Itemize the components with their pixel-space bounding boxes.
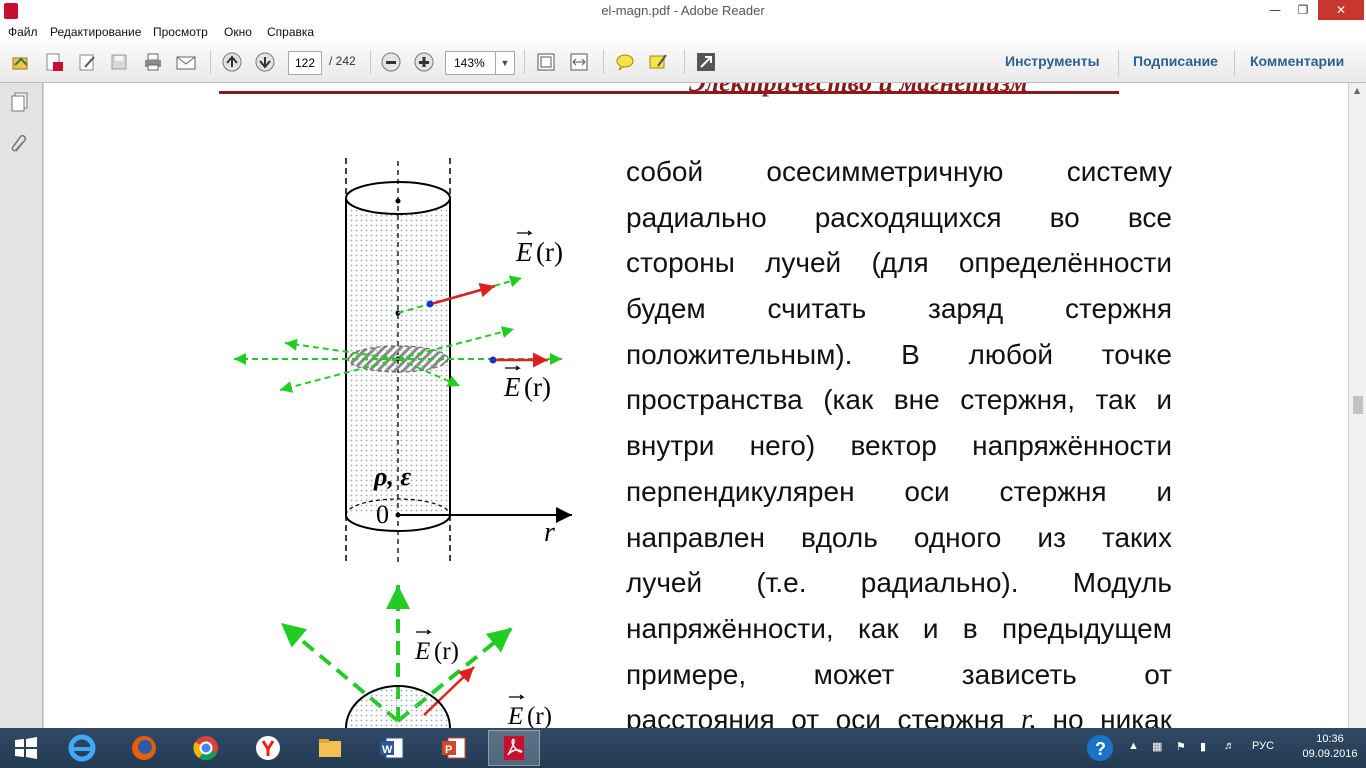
vertical-scrollbar[interactable]: ▲ (1348, 83, 1366, 728)
field-arg: (r) (434, 638, 459, 665)
text-line: расстояния от оси стержня r, но никак (626, 704, 1172, 728)
zoom-out-icon[interactable] (380, 51, 402, 73)
text-line: положительным). Влюбой точке (626, 338, 1172, 370)
file-explorer-icon[interactable] (304, 730, 356, 766)
text-line: направлен вдоль одного из таких (626, 521, 1172, 553)
fit-width-icon[interactable] (568, 51, 590, 73)
text-line: радиально расходящихся во все (626, 201, 1172, 233)
menu-help[interactable]: Справка (267, 25, 314, 39)
text-line: напряжённости, как и в предыдущем (626, 612, 1172, 644)
battery-icon[interactable]: ▮ (1200, 740, 1206, 753)
field-arg: (r) (524, 372, 551, 402)
field-label: E (503, 372, 521, 402)
toolbar-separator (524, 50, 525, 74)
field-label: E (515, 237, 533, 267)
toolbar-separator (1234, 50, 1235, 76)
fit-page-icon[interactable] (535, 51, 557, 73)
pdf-page: Электричество и магнетизм (44, 83, 1348, 728)
text-line: стороны лучей (для определённости (626, 247, 1172, 279)
print-icon[interactable] (142, 51, 164, 73)
density-label: ρ, ε (373, 462, 411, 491)
toolbar-separator (1118, 50, 1119, 76)
create-pdf-icon[interactable] (43, 51, 65, 73)
start-button[interactable] (0, 730, 52, 766)
next-page-icon[interactable] (254, 51, 276, 73)
text-line: примере, может зависеть от (626, 658, 1172, 690)
fullscreen-icon[interactable] (695, 51, 717, 73)
firefox-icon[interactable] (118, 730, 170, 766)
text-line: лучей (т.е. радиально). Модуль (626, 567, 1172, 599)
toolbar-separator (603, 50, 604, 74)
text-line: будем считать заряд стержня (626, 293, 1172, 325)
zoom-select[interactable]: 143% ▼ (445, 51, 515, 75)
sign-panel-link[interactable]: Подписание (1133, 53, 1218, 69)
navigation-panel (0, 83, 43, 728)
menu-edit[interactable]: Редактирование (50, 25, 141, 39)
clock[interactable]: 10:36 09.09.2016 (1298, 732, 1362, 762)
clock-time: 10:36 (1316, 733, 1344, 745)
field-label: E (414, 638, 430, 665)
powerpoint-icon[interactable]: P (428, 730, 480, 766)
page-number-input[interactable]: 122 (288, 51, 322, 75)
field-label: E (507, 703, 523, 728)
svg-text:P: P (445, 744, 452, 756)
origin-label: 0 (376, 500, 389, 529)
svg-text:W: W (382, 744, 393, 756)
text-line: пространства (как вне стержня, так и (626, 384, 1172, 416)
edit-icon[interactable] (76, 51, 98, 73)
help-icon[interactable]: ? (1086, 734, 1114, 766)
toolbar: 122 / 242 143% ▼ Инструменты Подписание … (0, 42, 1366, 83)
scroll-up-icon[interactable]: ▲ (1354, 86, 1360, 95)
comment-icon[interactable] (614, 51, 636, 73)
maximize-button[interactable]: ❐ (1290, 0, 1316, 20)
adobe-reader-taskbar-icon[interactable] (488, 730, 540, 766)
scrollbar-thumb[interactable] (1353, 396, 1363, 414)
field-arg: (r) (527, 703, 552, 728)
yandex-browser-icon[interactable] (242, 730, 294, 766)
page-thumbnails-icon[interactable] (9, 91, 31, 117)
attachments-icon[interactable] (9, 133, 31, 159)
save-icon[interactable] (108, 51, 130, 73)
page-total: / 242 (329, 54, 356, 68)
email-icon[interactable] (175, 51, 197, 73)
text-line: внутри него) вектор напряжённости (626, 430, 1172, 462)
window-title: el-magn.pdf - Adobe Reader (601, 3, 765, 18)
field-arg: (r) (536, 237, 563, 267)
r-axis-label: r (544, 517, 555, 548)
chrome-icon[interactable] (180, 730, 232, 766)
figure-charged-rod: E (r) E (r) E (r) E (r) ρ, ε 0 r (234, 158, 572, 728)
flag-icon[interactable]: ⚑ (1176, 740, 1186, 753)
highlight-icon[interactable] (647, 51, 669, 73)
title-bar: el-magn.pdf - Adobe Reader — ❐ ✕ (0, 0, 1366, 23)
toolbar-separator (684, 50, 685, 74)
taskbar: W P ? ▲ ▦ ⚑ ▮ ♬ РУС 10:36 09.09.2016 (0, 728, 1366, 768)
text-line: собой осесимметричную систему (626, 156, 1172, 187)
internet-explorer-icon[interactable] (56, 730, 108, 766)
menu-bar: Файл Редактирование Просмотр Окно Справк… (0, 22, 1366, 42)
zoom-value: 143% (454, 56, 485, 70)
menu-view[interactable]: Просмотр (153, 25, 208, 39)
text-line: перпендикулярен оси стержня и (626, 475, 1172, 507)
svg-text:?: ? (1095, 739, 1106, 759)
minimize-button[interactable]: — (1262, 0, 1288, 20)
menu-file[interactable]: Файл (8, 25, 38, 39)
word-icon[interactable]: W (366, 730, 418, 766)
clock-date: 09.09.2016 (1302, 748, 1358, 760)
language-indicator[interactable]: РУС (1252, 740, 1274, 752)
network-icon[interactable]: ▦ (1152, 740, 1162, 753)
toolbar-separator (370, 50, 371, 74)
previous-page-icon[interactable] (221, 51, 243, 73)
paragraph-text: собой осесимметричную систему радиально рас… (626, 149, 1172, 728)
show-hidden-icons-icon[interactable]: ▲ (1128, 740, 1139, 752)
zoom-in-icon[interactable] (413, 51, 435, 73)
open-icon[interactable] (10, 51, 32, 73)
comments-panel-link[interactable]: Комментарии (1250, 53, 1344, 69)
chevron-down-icon[interactable]: ▼ (495, 52, 514, 74)
tools-panel-link[interactable]: Инструменты (1005, 53, 1100, 69)
close-button[interactable]: ✕ (1318, 0, 1364, 20)
volume-icon[interactable]: ♬ (1224, 740, 1235, 752)
menu-window[interactable]: Окно (224, 25, 252, 39)
toolbar-separator (210, 50, 211, 74)
